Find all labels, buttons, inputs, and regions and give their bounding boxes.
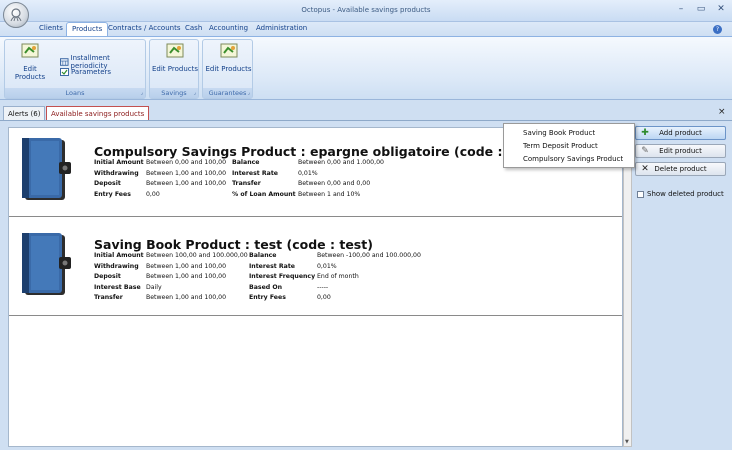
pencil-icon: ✎ <box>641 146 649 156</box>
edit-products-icon <box>21 43 39 58</box>
add-product-button[interactable]: ✚ Add product <box>635 126 726 140</box>
edit-products-icon <box>166 43 184 58</box>
show-deleted-checkbox[interactable]: Show deleted product <box>637 190 724 198</box>
menu-item-term-deposit-product[interactable]: Term Deposit Product <box>523 142 598 150</box>
minimize-icon[interactable]: – <box>676 4 686 14</box>
plus-icon: ✚ <box>641 128 649 138</box>
close-tab-icon[interactable]: × <box>718 107 728 119</box>
savings-edit-products-button[interactable]: Edit Products <box>152 43 198 73</box>
guarantees-edit-products-button[interactable]: Edit Products <box>205 43 252 73</box>
savings-book-icon <box>22 233 71 295</box>
product-item[interactable]: Saving Book Product : test (code : test)… <box>9 217 622 316</box>
scroll-down-arrow-icon[interactable]: ▼ <box>625 439 629 445</box>
loans-edit-products-button[interactable]: Edit Products <box>8 43 52 81</box>
dialog-launcher-icon[interactable]: ⌟ <box>248 90 250 96</box>
ribbon-group-savings: Edit Products Savings ⌟ <box>149 39 199 99</box>
calendar-icon <box>60 58 69 66</box>
close-icon[interactable]: ✕ <box>716 4 726 14</box>
ribbon-group-loans: Edit Products Installment periodicity Pa… <box>4 39 146 99</box>
checkbox-icon <box>60 68 69 76</box>
menu-bar: Clients Products Contracts / Accounts Ca… <box>0 22 732 36</box>
tab-administration[interactable]: Administration <box>251 22 312 36</box>
vertical-scrollbar[interactable]: ▼ <box>623 127 632 447</box>
product-title: Saving Book Product : test (code : test) <box>94 237 373 252</box>
ribbon-group-label: Savings <box>150 88 198 98</box>
edit-product-button[interactable]: ✎ Edit product <box>635 144 726 158</box>
product-title: Compulsory Savings Product : epargne obl… <box>94 144 530 159</box>
dialog-launcher-icon[interactable]: ⌟ <box>141 90 143 96</box>
edit-products-icon <box>220 43 237 58</box>
dialog-launcher-icon[interactable]: ⌟ <box>194 90 196 96</box>
actions-panel: ✚ Add product ✎ Edit product ✕ Delete pr… <box>635 125 732 445</box>
document-tab-strip: Alerts (6) Available savings products × <box>0 104 732 121</box>
parameters-button[interactable]: Parameters <box>60 68 111 76</box>
savings-book-icon <box>22 138 71 200</box>
title-bar: Octopus - Available savings products – ▭… <box>0 0 732 28</box>
tab-products[interactable]: Products <box>66 22 109 36</box>
ribbon: Edit Products Installment periodicity Pa… <box>0 36 732 100</box>
checkbox[interactable] <box>637 190 644 198</box>
help-icon[interactable]: ? <box>713 25 722 34</box>
delete-x-icon: ✕ <box>641 164 649 174</box>
maximize-icon[interactable]: ▭ <box>696 4 706 14</box>
tab-contracts-accounts[interactable]: Contracts / Accounts <box>103 22 185 36</box>
ribbon-group-label: Guarantees <box>203 88 252 98</box>
tab-alerts[interactable]: Alerts (6) <box>3 106 46 121</box>
ribbon-group-guarantees: Edit Products Guarantees ⌟ <box>202 39 253 99</box>
tab-clients[interactable]: Clients <box>34 22 68 36</box>
delete-product-button[interactable]: ✕ Delete product <box>635 162 726 176</box>
add-product-dropdown-menu: Saving Book Product Term Deposit Product… <box>503 123 635 168</box>
window-title: Octopus - Available savings products <box>301 6 431 14</box>
menu-item-saving-book-product[interactable]: Saving Book Product <box>523 129 595 137</box>
menu-item-compulsory-savings-product[interactable]: Compulsory Savings Product <box>523 155 623 163</box>
tab-accounting[interactable]: Accounting <box>204 22 253 36</box>
tab-available-savings-products[interactable]: Available savings products <box>46 106 150 121</box>
content-area: Compulsory Savings Product : epargne obl… <box>0 120 732 450</box>
product-list: Compulsory Savings Product : epargne obl… <box>8 127 623 447</box>
octopus-logo-icon <box>10 8 22 22</box>
app-menu-button[interactable] <box>3 2 29 28</box>
ribbon-group-label: Loans <box>5 88 145 98</box>
